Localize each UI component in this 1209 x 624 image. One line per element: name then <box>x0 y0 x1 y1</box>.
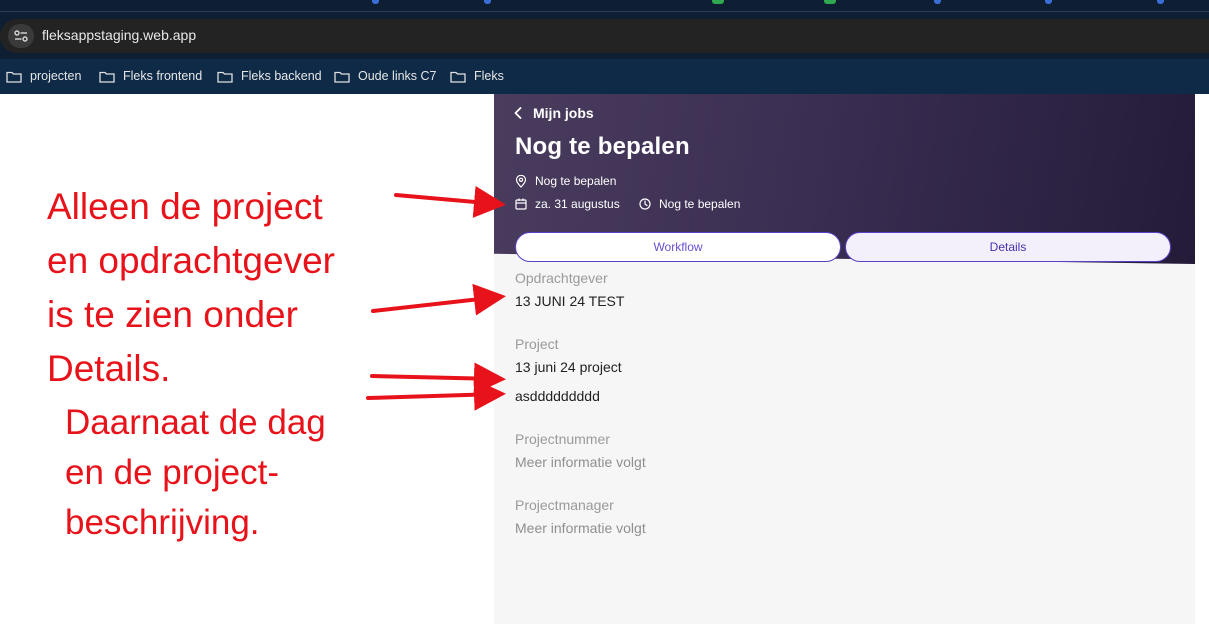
folder-icon <box>6 71 22 83</box>
address-bar-row: fleksappstaging.web.app <box>0 12 1209 59</box>
annotation-line: Alleen de project <box>47 186 323 227</box>
project-value: 13 juni 24 project <box>515 359 622 375</box>
arrow-to-description <box>366 378 506 411</box>
project-description: asddddddddd <box>515 388 600 404</box>
annotation-line: is te zien onder <box>47 294 298 335</box>
bookmark-fleks-frontend[interactable]: Fleks frontend <box>99 66 202 86</box>
bookmark-label: projecten <box>30 69 82 83</box>
bookmark-oude-links-c7[interactable]: Oude links C7 <box>334 66 437 86</box>
tab-details[interactable]: Details <box>845 232 1171 262</box>
bookmark-label: Fleks frontend <box>123 69 203 83</box>
calendar-icon <box>515 198 527 210</box>
annotation-line: Details. <box>47 348 171 389</box>
folder-icon <box>99 71 115 83</box>
annotation-block-2: Daarnaat de dag en de project- beschrijv… <box>65 398 326 548</box>
folder-icon <box>217 71 233 83</box>
annotation-line: en de project- <box>65 453 280 492</box>
folder-icon <box>450 71 466 83</box>
projectnummer-label: Projectnummer <box>515 431 610 447</box>
job-date: za. 31 augustus <box>515 197 620 211</box>
folder-icon <box>334 71 350 83</box>
bookmark-label: Fleks backend <box>241 69 322 83</box>
omnibox[interactable]: fleksappstaging.web.app <box>0 19 1209 53</box>
bookmarks-bar: projecten Fleks frontend Fleks backend O… <box>0 59 1209 94</box>
tab-indicator <box>484 0 491 4</box>
annotation-line: en opdrachtgever <box>47 240 335 281</box>
app-panel: Mijn jobs Nog te bepalen Nog te bepalen … <box>494 94 1195 624</box>
bookmark-fleks-backend[interactable]: Fleks backend <box>217 66 322 86</box>
bookmark-fleks[interactable]: Fleks <box>450 66 504 86</box>
job-location: Nog te bepalen <box>515 174 616 188</box>
arrow-to-project <box>370 362 506 395</box>
projectnummer-value: Meer informatie volgt <box>515 454 646 470</box>
bookmark-projecten[interactable]: projecten <box>6 66 81 86</box>
tab-indicator <box>1157 0 1164 4</box>
url-text[interactable]: fleksappstaging.web.app <box>42 27 196 43</box>
site-settings-icon <box>14 30 28 42</box>
tab-indicator <box>1045 0 1052 4</box>
bookmark-label: Fleks <box>474 69 504 83</box>
tab-indicator <box>712 0 724 4</box>
chevron-left-icon <box>514 107 522 119</box>
back-label: Mijn jobs <box>533 105 594 121</box>
annotation-line: Daarnaat de dag <box>65 403 326 442</box>
tab-indicator <box>372 0 379 4</box>
tab-indicator <box>934 0 941 4</box>
arrow-to-date <box>394 185 506 218</box>
tab-workflow[interactable]: Workflow <box>515 232 841 262</box>
tab-indicator <box>824 0 836 4</box>
projectmanager-value: Meer informatie volgt <box>515 520 646 536</box>
bookmark-label: Oude links C7 <box>358 69 437 83</box>
annotation-block-1: Alleen de project en opdrachtgever is te… <box>47 180 335 396</box>
clock-icon <box>639 198 651 210</box>
browser-tab-strip <box>0 0 1209 12</box>
opdrachtgever-value: 13 JUNI 24 TEST <box>515 293 625 309</box>
back-button[interactable]: Mijn jobs <box>514 105 594 121</box>
arrow-to-opdrachtgever <box>371 283 506 316</box>
time-text: Nog te bepalen <box>659 197 741 211</box>
location-pin-icon <box>515 174 527 188</box>
location-text: Nog te bepalen <box>535 174 617 188</box>
projectmanager-label: Projectmanager <box>515 497 614 513</box>
site-info-button[interactable] <box>8 24 34 48</box>
project-label: Project <box>515 336 559 352</box>
opdrachtgever-label: Opdrachtgever <box>515 270 608 286</box>
job-title: Nog te bepalen <box>515 133 690 160</box>
annotation-line: beschrijving. <box>65 503 260 542</box>
job-time: Nog te bepalen <box>639 197 740 211</box>
date-text: za. 31 augustus <box>535 197 620 211</box>
